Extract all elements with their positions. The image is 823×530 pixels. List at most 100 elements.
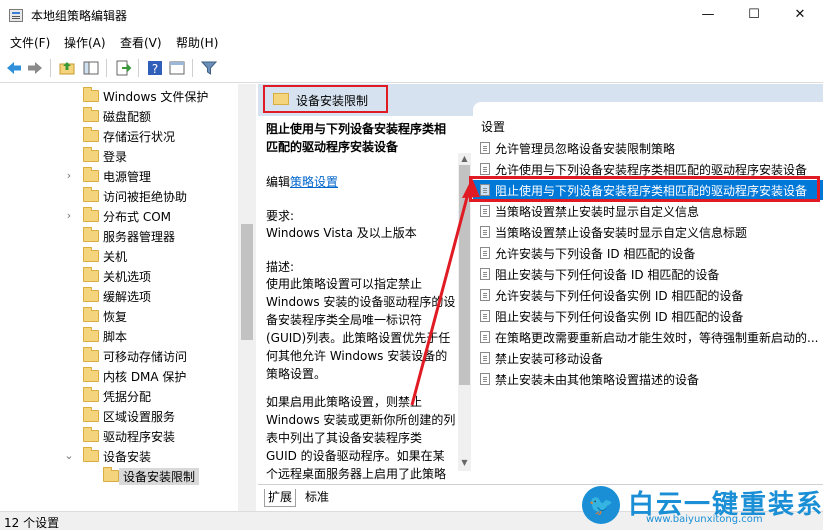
policy-setting-row[interactable]: 允许管理员忽略设备安装限制策略 — [473, 138, 823, 158]
policy-setting-row[interactable]: 禁止安装可移动设备 — [473, 348, 823, 368]
forward-arrow-icon[interactable] — [26, 59, 44, 77]
tree-item-label: 磁盘配额 — [103, 110, 152, 124]
status-text: 12 个设置 — [4, 516, 60, 530]
policy-setting-label: 当策略设置禁止安装时显示自定义信息 — [495, 205, 700, 219]
menu-action[interactable]: 操作(A) — [64, 34, 106, 51]
menu-view[interactable]: 查看(V) — [120, 34, 162, 51]
filter-icon[interactable] — [200, 59, 218, 77]
policy-title: 阻止使用与下列设备安装程序类相匹配的驱动程序安装设备 — [266, 122, 447, 154]
chevron-right-icon[interactable]: › — [64, 169, 74, 182]
tree-item[interactable]: 登录 — [0, 146, 240, 166]
twitter-bird-icon: 🐦 — [582, 486, 620, 524]
folder-icon — [83, 387, 99, 402]
menu-help[interactable]: 帮助(H) — [176, 34, 218, 51]
back-arrow-icon[interactable] — [5, 59, 23, 77]
minimize-button[interactable]: — — [685, 0, 731, 30]
tree-item[interactable]: Windows 文件保护 — [0, 86, 240, 106]
edit-policy-line: 编辑策略设置 — [266, 173, 338, 190]
tree-pane[interactable]: Windows 文件保护 磁盘配额存储运行状况 登录 › 电源管理访问被拒绝协助 › 分布式… — [0, 84, 256, 511]
policy-setting-label: 阻止安装与下列任何设备实例 ID 相匹配的设备 — [495, 310, 744, 324]
selected-row-annotation-box — [469, 176, 820, 202]
folder-icon — [83, 367, 99, 382]
close-button[interactable]: ✕ — [777, 0, 823, 30]
maximize-button[interactable]: ☐ — [731, 0, 777, 30]
tree-item[interactable]: 区域设置服务 — [0, 406, 240, 426]
policy-setting-label: 允许安装与下列任何设备实例 ID 相匹配的设备 — [495, 289, 744, 303]
policy-setting-row[interactable]: 允许安装与下列任何设备实例 ID 相匹配的设备 — [473, 285, 823, 305]
help-icon[interactable]: ? — [146, 59, 164, 77]
tree-scrollbar-thumb[interactable] — [241, 224, 253, 340]
tab-standard[interactable]: 标准 — [302, 489, 332, 507]
policy-setting-icon — [480, 331, 490, 343]
policy-setting-row[interactable]: 当策略设置禁止安装时显示自定义信息 — [473, 201, 823, 221]
tree-item[interactable]: › 分布式 COM — [0, 206, 240, 226]
tree-item-label: Windows 文件保护 — [103, 90, 209, 104]
policy-setting-icon — [480, 226, 490, 238]
policy-setting-icon — [480, 142, 490, 154]
tree-item[interactable]: 磁盘配额 — [0, 106, 240, 126]
tree-item[interactable]: 驱动程序安装 — [0, 426, 240, 446]
folder-icon — [83, 187, 99, 202]
tree-item-label: 存储运行状况 — [103, 130, 176, 144]
folder-icon — [83, 407, 99, 422]
policy-setting-icon — [480, 352, 490, 364]
folder-icon — [83, 427, 99, 442]
properties-icon[interactable] — [168, 59, 186, 77]
policy-setting-label: 允许安装与下列设备 ID 相匹配的设备 — [495, 247, 696, 261]
tree-item[interactable]: 关机选项 — [0, 266, 240, 286]
export-list-icon[interactable] — [114, 59, 132, 77]
folder-icon — [83, 307, 99, 322]
requirements-label: 要求: — [266, 209, 295, 223]
tree-item-label: 关机选项 — [103, 270, 152, 284]
tree-item-label: 内核 DMA 保护 — [103, 370, 187, 384]
title-bar: 本地组策略编辑器 — ☐ ✕ — [0, 0, 823, 30]
tree-item[interactable]: 可移动存储访问 — [0, 346, 240, 366]
menu-file[interactable]: 文件(F) — [10, 34, 50, 51]
policy-setting-label: 允许管理员忽略设备安装限制策略 — [495, 142, 676, 156]
tree-item[interactable]: ⌄ 设备安装 — [0, 446, 240, 466]
tree-item[interactable]: 恢复 — [0, 306, 240, 326]
tree-item[interactable]: 服务器管理器 — [0, 226, 240, 246]
tree-item-label: 设备安装 — [103, 450, 152, 464]
svg-text:?: ? — [152, 62, 158, 76]
policy-setting-icon — [480, 289, 490, 301]
tree-item[interactable]: › 电源管理 — [0, 166, 240, 186]
tree-item[interactable]: 访问被拒绝协助 — [0, 186, 240, 206]
watermark-url: www.baiyunxitong.com — [646, 514, 763, 525]
tree-item[interactable]: 设备安装限制 — [0, 466, 240, 486]
policy-setting-icon — [480, 247, 490, 259]
description-body-2: 如果启用此策略设置，则禁止 Windows 安装或更新你所创建的列表中列出了其设… — [266, 395, 456, 481]
policy-setting-icon — [480, 268, 490, 280]
policy-setting-row[interactable]: 允许安装与下列设备 ID 相匹配的设备 — [473, 243, 823, 263]
tree-item[interactable]: 凭据分配 — [0, 386, 240, 406]
tree-item-label: 访问被拒绝协助 — [103, 190, 188, 204]
policy-setting-icon — [480, 205, 490, 217]
tree-item-label: 脚本 — [103, 330, 128, 344]
list-column-header[interactable]: 设置 — [481, 118, 505, 135]
policy-setting-icon — [480, 310, 490, 322]
scroll-up-arrow-icon[interactable]: ▲ — [459, 154, 470, 163]
tree-item-label: 凭据分配 — [103, 390, 152, 404]
tree-item[interactable]: 缓解选项 — [0, 286, 240, 306]
up-folder-icon[interactable] — [58, 59, 76, 77]
policy-setting-row[interactable]: 阻止安装与下列任何设备实例 ID 相匹配的设备 — [473, 306, 823, 326]
chevron-down-icon[interactable]: ⌄ — [64, 449, 74, 462]
policy-setting-row[interactable]: 当策略设置禁止设备安装时显示自定义信息标题 — [473, 222, 823, 242]
scroll-down-arrow-icon[interactable]: ▼ — [459, 458, 470, 467]
edit-prefix: 编辑 — [266, 175, 291, 189]
description-label: 描述: — [266, 260, 295, 274]
policy-setting-label: 在策略更改需要重新启动才能生效时，等待强制重新启动的... — [495, 331, 819, 345]
show-hide-tree-icon[interactable] — [82, 59, 100, 77]
edit-policy-link[interactable]: 策略设置 — [290, 175, 338, 189]
folder-icon — [83, 247, 99, 262]
policy-setting-row[interactable]: 禁止安装未由其他策略设置描述的设备 — [473, 369, 823, 389]
policy-setting-row[interactable]: 在策略更改需要重新启动才能生效时，等待强制重新启动的... — [473, 327, 823, 347]
chevron-right-icon[interactable]: › — [64, 209, 74, 222]
tree-item[interactable]: 内核 DMA 保护 — [0, 366, 240, 386]
tree-item-label: 登录 — [103, 150, 128, 164]
tree-item[interactable]: 存储运行状况 — [0, 126, 240, 146]
tree-item[interactable]: 脚本 — [0, 326, 240, 346]
tree-item[interactable]: 关机 — [0, 246, 240, 266]
tab-extended[interactable]: 扩展 — [264, 489, 297, 507]
policy-setting-row[interactable]: 阻止安装与下列任何设备 ID 相匹配的设备 — [473, 264, 823, 284]
